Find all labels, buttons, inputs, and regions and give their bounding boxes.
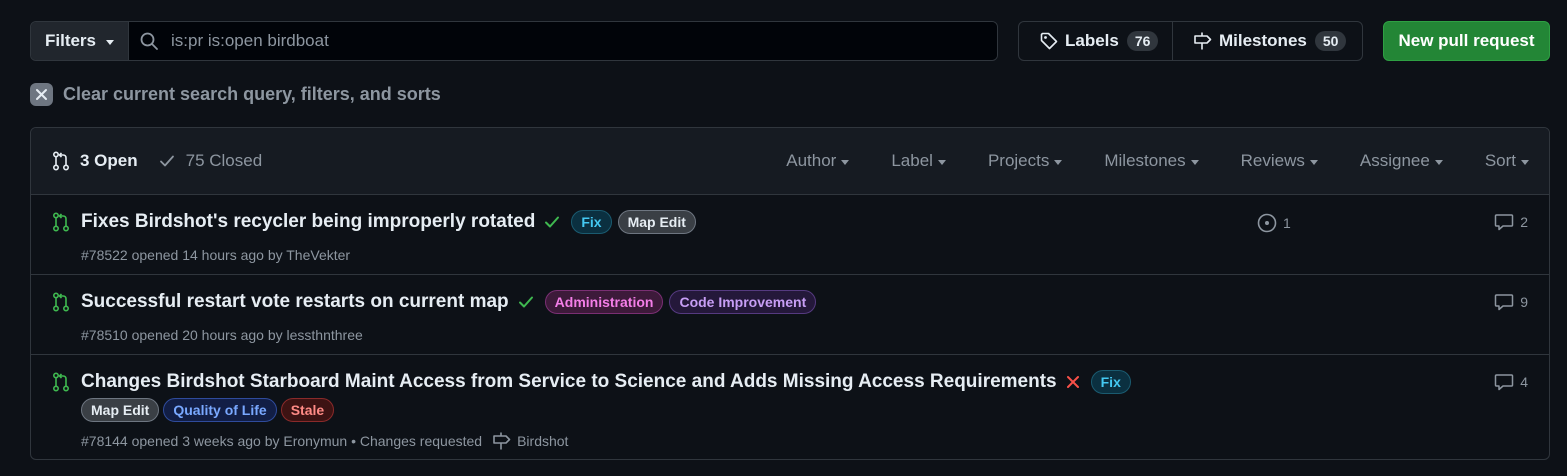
assignee-filter[interactable]: Assignee <box>1360 151 1443 171</box>
label-map-edit[interactable]: Map Edit <box>81 398 160 422</box>
sort-filter[interactable]: Sort <box>1485 151 1529 171</box>
list-item: Fixes Birdshot's recycler being improper… <box>31 195 1549 275</box>
labels-milestones-group: Labels 76 Milestones 50 <box>1018 21 1363 61</box>
milestone-name: Birdshot <box>517 433 569 449</box>
new-pull-request-label: New pull request <box>1398 31 1535 50</box>
open-count-label: 3 Open <box>80 151 138 170</box>
pr-meta: #78510 opened 20 hours ago by lessthnthr… <box>81 327 363 343</box>
checks-passed-icon[interactable] <box>517 293 535 311</box>
pr-title-link[interactable]: Fixes Birdshot's recycler being improper… <box>81 211 535 233</box>
checks-passed-icon[interactable] <box>543 213 561 231</box>
pr-meta: #78522 opened 14 hours ago by TheVekter <box>81 247 351 263</box>
open-pull-request-icon <box>52 212 70 232</box>
comments-link[interactable]: 4 <box>1494 373 1528 391</box>
pr-title-line: Changes Birdshot Starboard Maint Access … <box>81 370 1131 394</box>
comments-count: 4 <box>1520 374 1528 390</box>
sort-filter-label: Sort <box>1484 151 1516 170</box>
reviews-filter-label: Reviews <box>1240 151 1305 170</box>
closed-count-label: 75 Closed <box>185 151 263 170</box>
open-pull-request-icon <box>52 292 70 312</box>
projects-filter-label: Projects <box>987 151 1050 170</box>
author-filter-label: Author <box>786 151 837 170</box>
assignee-filter-label: Assignee <box>1359 151 1430 170</box>
label-quality-of-life[interactable]: Quality of Life <box>163 398 277 422</box>
label-code-improvement[interactable]: Code Improvement <box>669 290 817 314</box>
chevron-down-icon <box>1054 159 1063 165</box>
pr-labels-wrapped: Map Edit Quality of Life Stale <box>81 398 335 422</box>
pr-meta-line: #78144 opened 3 weeks ago by Eronymun • … <box>81 431 568 451</box>
filters-label: Filters <box>44 31 97 50</box>
open-pull-request-icon <box>52 372 70 392</box>
labels-counter: 76 <box>1126 31 1159 51</box>
comments-count: 2 <box>1520 214 1528 230</box>
clear-filters-link[interactable]: Clear current search query, filters, and… <box>30 83 441 106</box>
comments-link[interactable]: 9 <box>1494 293 1528 311</box>
check-icon <box>158 152 176 170</box>
milestones-filter[interactable]: Milestones <box>1104 151 1199 171</box>
comments-link[interactable]: 2 <box>1494 213 1528 231</box>
search-icon <box>139 31 159 51</box>
milestones-button[interactable]: Milestones 50 <box>1173 22 1362 60</box>
search-box <box>129 22 997 60</box>
label-fix[interactable]: Fix <box>1090 370 1131 394</box>
projects-filter[interactable]: Projects <box>987 151 1063 171</box>
label-stale[interactable]: Stale <box>280 398 335 422</box>
comment-icon <box>1494 293 1514 311</box>
clear-filters-text: Clear current search query, filters, and… <box>63 84 441 104</box>
pull-request-list: 3 Open 75 Closed Author Label Projects M… <box>30 127 1550 460</box>
pr-meta: #78144 opened 3 weeks ago by Eronymun • … <box>81 433 483 449</box>
comment-icon <box>1494 213 1514 231</box>
milestones-counter: 50 <box>1314 31 1347 51</box>
milestones-label: Milestones <box>1219 31 1307 50</box>
list-header: 3 Open 75 Closed Author Label Projects M… <box>31 128 1549 195</box>
issue-icon <box>1257 213 1277 233</box>
pr-title-link[interactable]: Successful restart vote restarts on curr… <box>81 291 509 313</box>
linked-issues-count: 1 <box>1283 215 1291 231</box>
author-filter[interactable]: Author <box>786 151 850 171</box>
pull-request-icon <box>52 151 70 171</box>
pr-title-line: Fixes Birdshot's recycler being improper… <box>81 210 696 234</box>
label-filter[interactable]: Label <box>891 151 946 171</box>
label-filter-label: Label <box>891 151 933 170</box>
checks-failed-icon[interactable] <box>1065 374 1081 390</box>
close-icon <box>30 83 53 106</box>
header-filters: Author Label Projects Milestones Reviews… <box>786 128 1529 194</box>
pr-title-link[interactable]: Changes Birdshot Starboard Maint Access … <box>81 371 1057 393</box>
milestone-icon <box>1193 31 1213 51</box>
list-item: Changes Birdshot Starboard Maint Access … <box>31 355 1549 459</box>
closed-filter-tab[interactable]: 75 Closed <box>158 151 263 171</box>
chevron-down-icon <box>1190 159 1199 165</box>
labels-button[interactable]: Labels 76 <box>1019 22 1173 60</box>
filters-button[interactable]: Filters <box>31 22 129 60</box>
chevron-down-icon <box>1309 159 1318 165</box>
chevron-down-icon <box>1434 159 1443 165</box>
reviews-filter[interactable]: Reviews <box>1241 151 1318 171</box>
list-item: Successful restart vote restarts on curr… <box>31 275 1549 355</box>
chevron-down-icon <box>937 159 946 165</box>
milestone-icon <box>492 431 512 451</box>
labels-label: Labels <box>1065 31 1119 50</box>
milestone-link[interactable]: Birdshot <box>492 431 568 451</box>
chevron-down-icon <box>106 39 115 45</box>
label-administration[interactable]: Administration <box>544 290 664 314</box>
chevron-down-icon <box>841 159 850 165</box>
comment-icon <box>1494 373 1514 391</box>
search-input[interactable] <box>171 31 951 51</box>
filter-search-group: Filters <box>30 21 998 61</box>
new-pull-request-button[interactable]: New pull request <box>1383 21 1550 61</box>
tag-icon <box>1039 31 1059 51</box>
comments-count: 9 <box>1520 294 1528 310</box>
pr-title-line: Successful restart vote restarts on curr… <box>81 290 817 314</box>
chevron-down-icon <box>1521 159 1529 165</box>
milestones-filter-label: Milestones <box>1104 151 1186 170</box>
open-filter-tab[interactable]: 3 Open <box>52 151 138 171</box>
label-fix[interactable]: Fix <box>571 210 612 234</box>
linked-issues[interactable]: 1 <box>1257 213 1291 233</box>
label-map-edit[interactable]: Map Edit <box>617 210 696 234</box>
toolbar: Filters Labels 76 Milestones 50 New pull <box>30 21 1550 61</box>
